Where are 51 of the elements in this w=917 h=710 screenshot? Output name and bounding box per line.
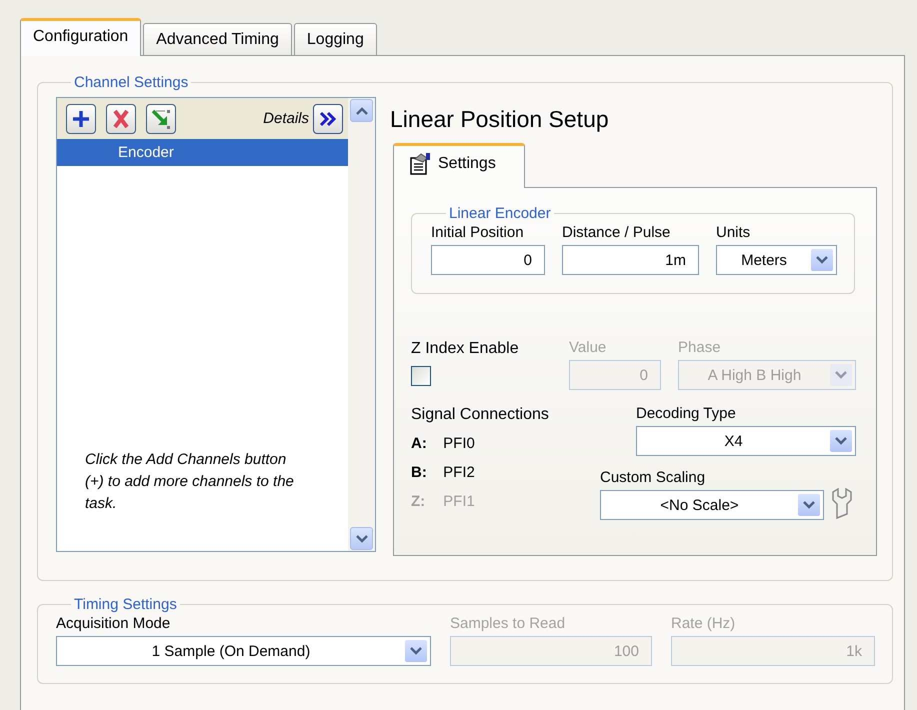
group-title: Channel Settings [73, 74, 190, 91]
chevron-down-icon [803, 501, 815, 509]
field-label: Custom Scaling [600, 469, 706, 487]
checkbox-label: Z Index Enable [411, 339, 520, 358]
plus-icon [71, 108, 91, 128]
field-label: Initial Position [431, 224, 525, 242]
settings-sheet-icon [408, 152, 432, 176]
hint-text: Click the Add Channels button (+) to add more channels to the task. [85, 450, 295, 514]
field-label: Samples to Read [450, 615, 566, 633]
dropdown[interactable]: <No Scale> [600, 490, 824, 520]
tab[interactable]: Logging [294, 23, 377, 55]
signal-connection: A: PFI0 [411, 434, 476, 454]
tab[interactable]: Settings [393, 143, 525, 188]
x-icon [112, 108, 130, 128]
field-label: Phase [678, 339, 722, 357]
signal-connection: B: PFI2 [411, 463, 476, 483]
field-label: Acquisition Mode [56, 615, 172, 633]
dropdown[interactable]: 1 Sample (On Demand) [56, 636, 431, 666]
arrow-icon [150, 108, 172, 130]
chevron-down-icon [410, 647, 422, 655]
group-title: Timing Settings [73, 596, 178, 613]
channel-item[interactable]: Encoder [57, 139, 348, 166]
scroll-down-button[interactable] [350, 527, 373, 550]
remove-channel-button[interactable] [106, 104, 136, 134]
section-label: Signal Connections [411, 405, 550, 424]
field-label: Decoding Type [636, 405, 737, 423]
checkbox[interactable] [411, 366, 431, 386]
chevron-up-icon [356, 106, 368, 114]
dropdown[interactable]: X4 [636, 426, 856, 456]
tab[interactable]: Advanced Timing [143, 23, 292, 55]
tab[interactable]: Configuration [20, 18, 142, 56]
chevron-down-icon [356, 534, 368, 542]
dropdown[interactable]: Meters [716, 245, 837, 275]
details-button[interactable] [313, 104, 343, 134]
field-label: Distance / Pulse [562, 224, 672, 242]
double-chevron-icon [318, 110, 338, 126]
field-label: Rate (Hz) [671, 615, 736, 633]
number-field[interactable]: 0 [431, 245, 545, 275]
field-label: Units [716, 224, 752, 242]
scroll-up-button[interactable] [350, 99, 373, 122]
section-title: Linear Position Setup [390, 106, 610, 133]
chevron-down-icon [835, 437, 847, 445]
signal-connection: Z: PFI1 [411, 492, 476, 512]
change-channel-button[interactable] [146, 104, 176, 134]
details-label: Details [263, 110, 309, 127]
group-title: Linear Encoder [448, 205, 552, 222]
chevron-down-icon [816, 256, 828, 264]
number-field[interactable]: 1m [562, 245, 699, 275]
add-channel-button[interactable] [66, 104, 96, 134]
chevron-down-icon [835, 371, 847, 379]
field-label: Value [569, 339, 608, 357]
